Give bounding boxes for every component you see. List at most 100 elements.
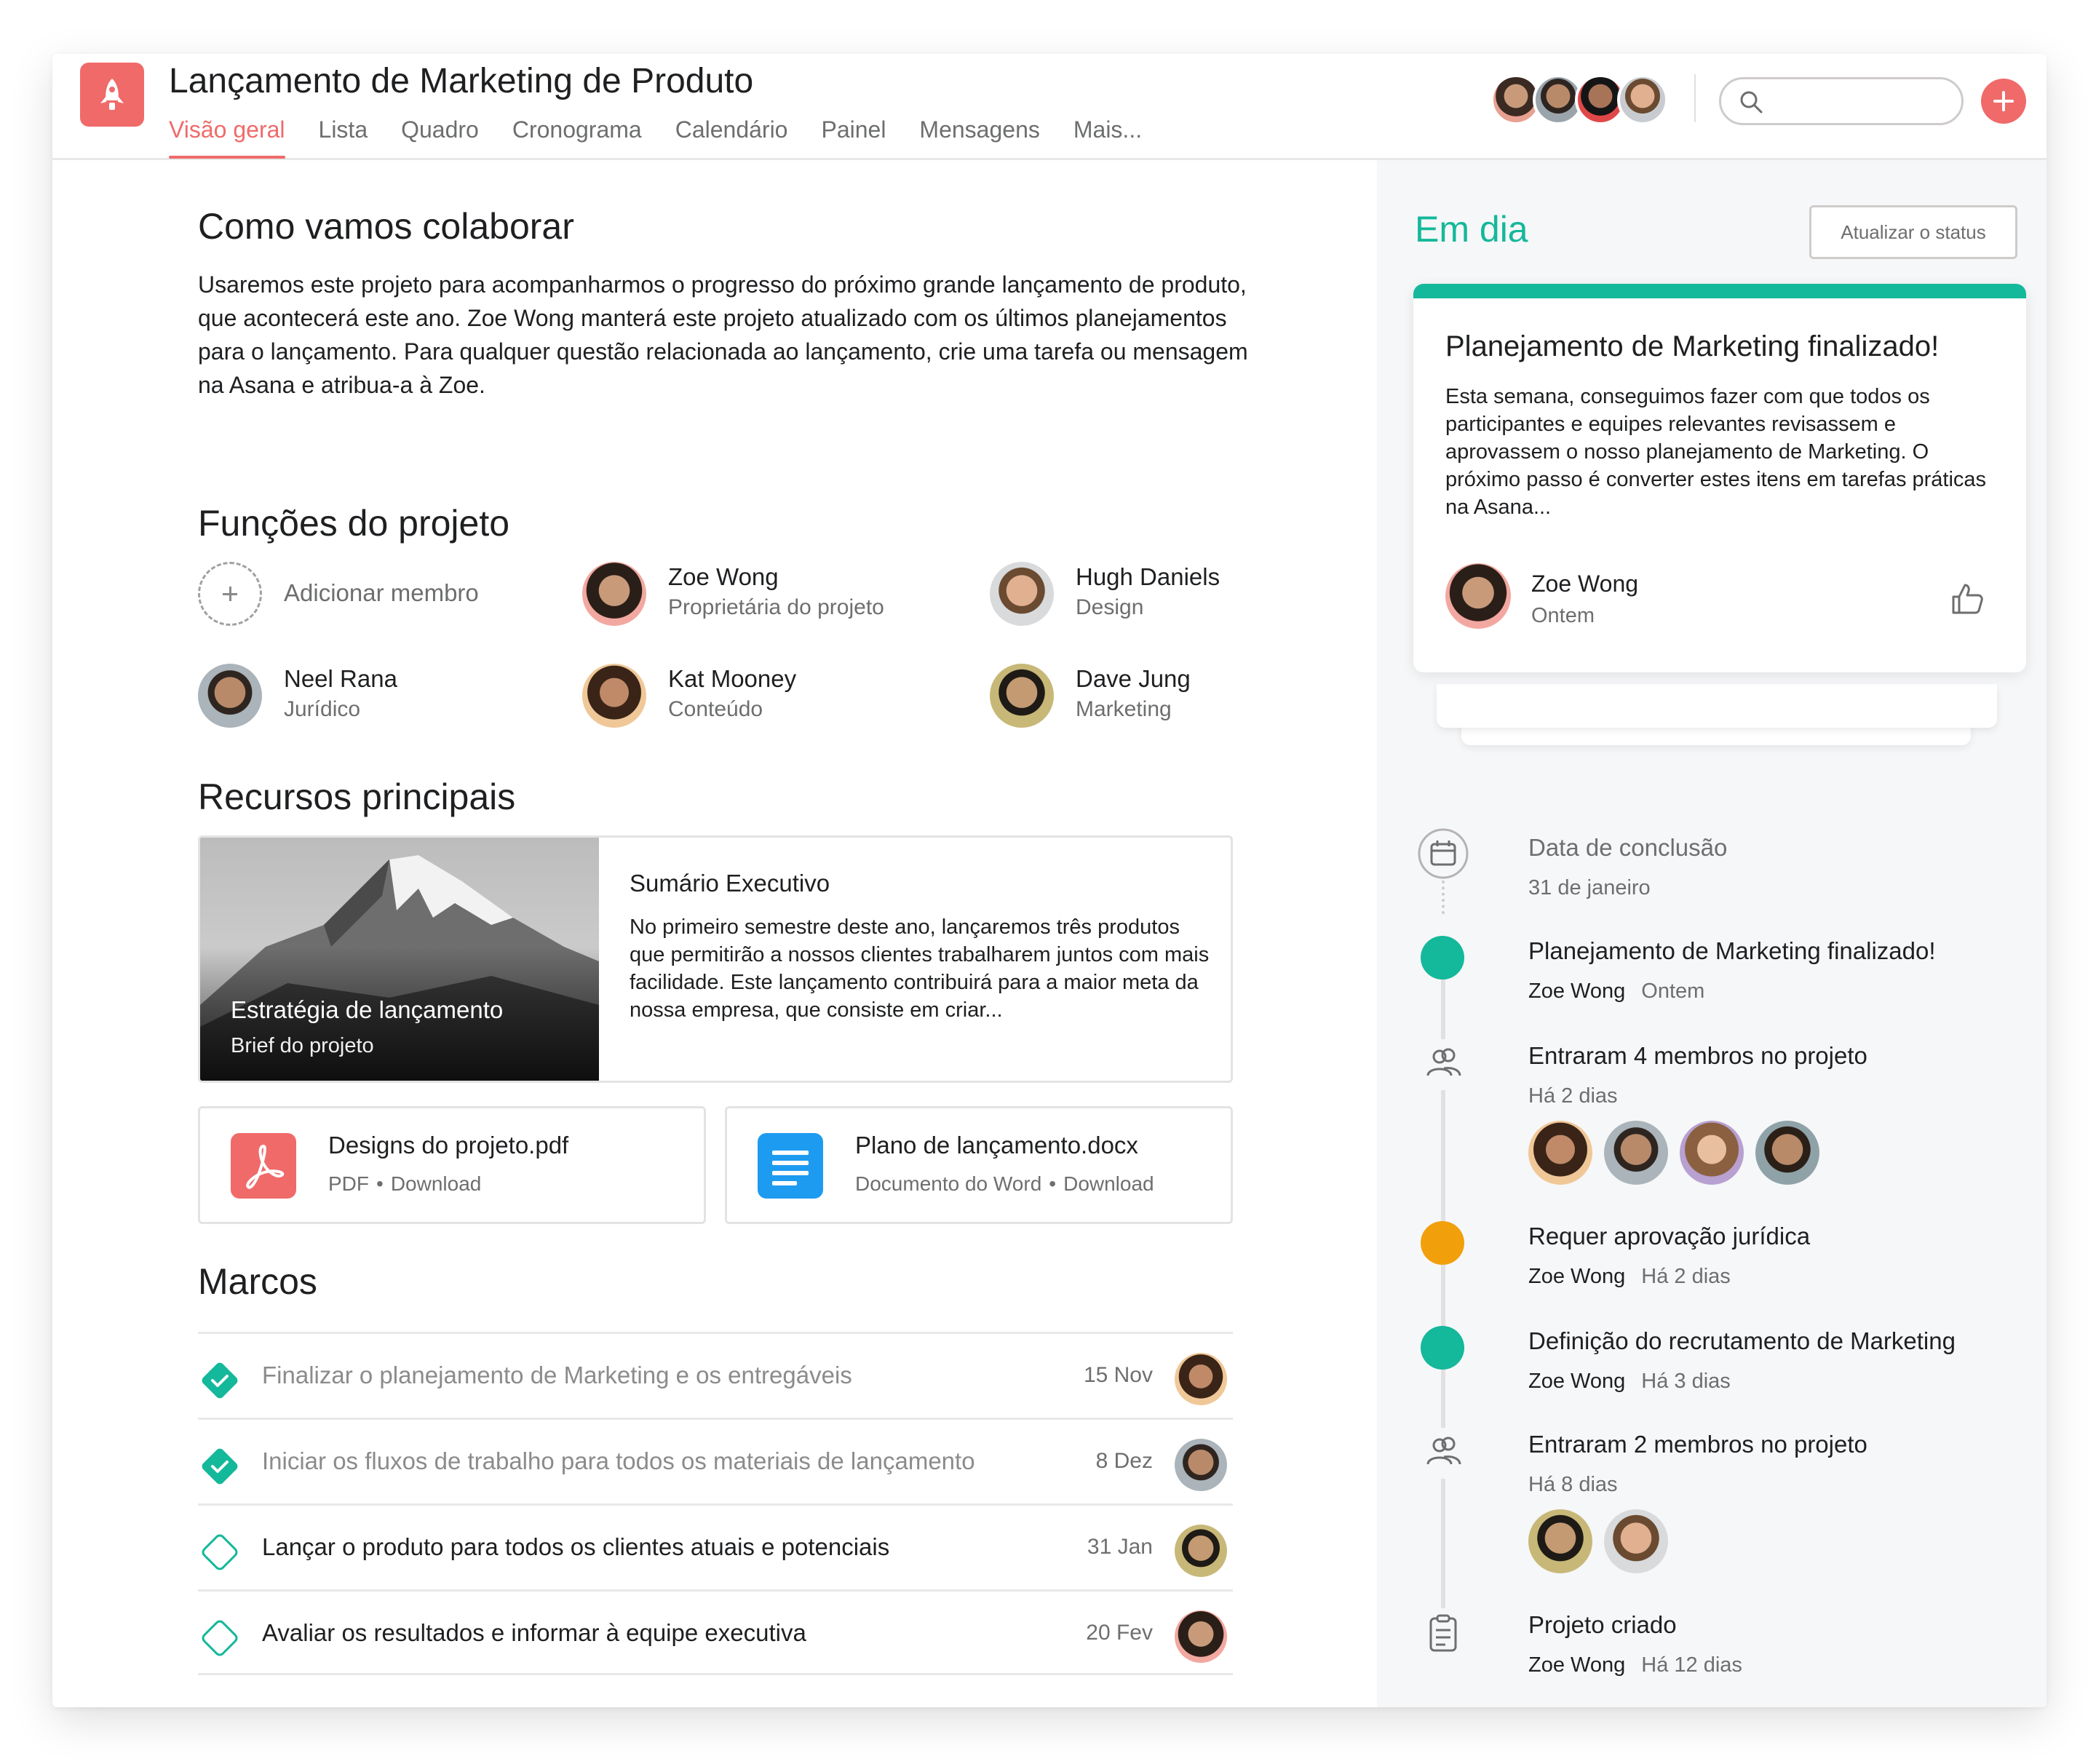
milestone-complete-icon[interactable] — [198, 1445, 242, 1488]
collaborate-heading: Como vamos colaborar — [198, 206, 574, 247]
milestone-date[interactable]: 15 Nov — [1084, 1363, 1153, 1388]
timeline-title[interactable]: Entraram 4 membros no projeto — [1528, 1042, 1867, 1070]
pdf-icon — [231, 1133, 296, 1199]
tab-painel[interactable]: Painel — [821, 116, 886, 159]
timeline-title[interactable]: Definição do recrutamento de Marketing — [1528, 1327, 1956, 1355]
status-author[interactable]: Zoe Wong — [1531, 571, 1638, 597]
status-update-card[interactable]: Planejamento de Marketing finalizado! Es… — [1413, 284, 2026, 672]
member-role: Jurídico — [284, 697, 361, 721]
rocket-icon[interactable] — [80, 63, 144, 127]
file-designs-pdf[interactable]: Designs do projeto.pdf PDF • Download — [198, 1106, 706, 1224]
search-icon — [1740, 91, 1763, 114]
project-members-avatars[interactable] — [1490, 74, 1668, 125]
role-kat-mooney[interactable]: Kat Mooney Conteúdo — [582, 664, 975, 736]
table-row[interactable]: Lançar o produto para todos os clientes … — [198, 1503, 1233, 1589]
role-neel-rana[interactable]: Neel Rana Jurídico — [198, 664, 591, 736]
status-dot-on-track[interactable] — [1421, 936, 1464, 980]
avatar[interactable] — [1445, 563, 1511, 629]
table-row[interactable]: Iniciar os fluxos de trabalho para todos… — [198, 1418, 1233, 1503]
timeline-author[interactable]: Zoe Wong — [1528, 1265, 1625, 1288]
tab-lista[interactable]: Lista — [319, 116, 368, 159]
tab-cronograma[interactable]: Cronograma — [512, 116, 642, 159]
calendar-icon — [1418, 828, 1469, 879]
member-name: Kat Mooney — [668, 665, 797, 692]
collaborate-description[interactable]: Usaremos este projeto para acompanharmos… — [198, 268, 1275, 402]
project-tabs: Visão geral Lista Quadro Cronograma Cale… — [169, 116, 1175, 160]
file-plano-docx[interactable]: Plano de lançamento.docx Documento do Wo… — [725, 1106, 1233, 1224]
role-dave-jung[interactable]: Dave Jung Marketing — [990, 664, 1383, 736]
avatar[interactable] — [1528, 1509, 1592, 1573]
milestones-heading: Marcos — [198, 1261, 317, 1302]
avatar[interactable] — [1617, 74, 1668, 125]
timeline-title[interactable]: Requer aprovação jurídica — [1528, 1223, 1810, 1250]
avatar — [582, 562, 646, 626]
avatar[interactable] — [1175, 1610, 1227, 1663]
milestone-title[interactable]: Avaliar os resultados e informar à equip… — [262, 1619, 1041, 1647]
member-name: Neel Rana — [284, 665, 397, 692]
project-title: Lançamento de Marketing de Produto — [169, 62, 754, 100]
tab-calendario[interactable]: Calendário — [675, 116, 788, 159]
role-zoe-wong[interactable]: Zoe Wong Proprietária do projeto — [582, 562, 975, 635]
avatar[interactable] — [1604, 1509, 1668, 1573]
milestone-complete-icon[interactable] — [198, 1359, 242, 1402]
project-brief-card[interactable]: Estratégia de lançamento Brief do projet… — [198, 835, 1233, 1083]
update-status-button[interactable]: Atualizar o status — [1809, 205, 2017, 259]
milestone-incomplete-icon[interactable] — [198, 1616, 242, 1660]
timeline-time: Há 3 dias — [1641, 1370, 1731, 1393]
tab-mais[interactable]: Mais... — [1073, 116, 1142, 159]
milestone-date[interactable]: 8 Dez — [1096, 1449, 1153, 1474]
timeline-author[interactable]: Zoe Wong — [1528, 980, 1625, 1003]
status-dot-on-track[interactable] — [1421, 1326, 1464, 1370]
mountain-image: Estratégia de lançamento Brief do projet… — [200, 838, 599, 1081]
timeline-title[interactable]: Entraram 2 membros no projeto — [1528, 1431, 1867, 1458]
overview-main: Como vamos colaborar Usaremos este proje… — [52, 160, 1377, 1707]
avatar[interactable] — [1680, 1121, 1744, 1185]
timeline-author[interactable]: Zoe Wong — [1528, 1370, 1625, 1393]
joined-members-avatars[interactable] — [1528, 1509, 1680, 1573]
table-row[interactable]: Finalizar o planejamento de Marketing e … — [198, 1332, 1233, 1418]
member-name: Dave Jung — [1076, 665, 1191, 692]
role-hugh-daniels[interactable]: Hugh Daniels Design — [990, 562, 1383, 635]
member-role: Conteúdo — [668, 697, 763, 721]
avatar[interactable] — [1528, 1121, 1592, 1185]
avatar[interactable] — [1604, 1121, 1668, 1185]
avatar[interactable] — [1755, 1121, 1819, 1185]
tab-quadro[interactable]: Quadro — [401, 116, 479, 159]
thumbs-up-icon[interactable] — [1950, 582, 1984, 616]
avatar[interactable] — [1175, 1525, 1227, 1577]
status-card-text: Esta semana, conseguimos fazer com que t… — [1445, 385, 1987, 519]
member-name: Hugh Daniels — [1076, 563, 1220, 590]
milestone-incomplete-icon[interactable] — [198, 1530, 242, 1574]
timeline-author[interactable]: Zoe Wong — [1528, 1653, 1625, 1677]
timeline-title[interactable]: Planejamento de Marketing finalizado! — [1528, 937, 1936, 965]
project-header: Lançamento de Marketing de Produto Visão… — [52, 54, 2047, 160]
add-member-button[interactable]: Adicionar membro — [198, 562, 635, 627]
search-box[interactable] — [1719, 77, 1964, 125]
timeline-title[interactable]: Projeto criado — [1528, 1611, 1677, 1639]
quick-add-button[interactable] — [1981, 79, 2026, 124]
timeline-time: Ontem — [1641, 980, 1705, 1003]
download-link[interactable]: Download — [391, 1172, 482, 1195]
avatar[interactable] — [1175, 1439, 1227, 1491]
status-card-stack — [1437, 684, 1997, 728]
timeline-time: Há 2 dias — [1641, 1265, 1731, 1288]
search-input[interactable] — [1772, 85, 1947, 117]
download-link[interactable]: Download — [1063, 1172, 1154, 1195]
milestone-date[interactable]: 20 Fev — [1086, 1621, 1153, 1645]
tab-visao-geral[interactable]: Visão geral — [169, 116, 285, 159]
avatar[interactable] — [1175, 1353, 1227, 1405]
status-panel: Em dia Atualizar o status Planejamento d… — [1377, 160, 2047, 1707]
status-color-bar — [1413, 284, 2026, 298]
add-member-label: Adicionar membro — [284, 579, 479, 606]
timeline-time: Há 2 dias — [1528, 1084, 1618, 1108]
file-type: Documento do Word — [855, 1172, 1042, 1195]
table-row[interactable]: Avaliar os resultados e informar à equip… — [198, 1589, 1233, 1675]
milestone-title[interactable]: Finalizar o planejamento de Marketing e … — [262, 1362, 1041, 1389]
avatar — [990, 562, 1054, 626]
status-dot-at-risk[interactable] — [1421, 1221, 1464, 1265]
tab-mensagens[interactable]: Mensagens — [919, 116, 1039, 159]
milestone-title[interactable]: Iniciar os fluxos de trabalho para todos… — [262, 1447, 1041, 1475]
milestone-title[interactable]: Lançar o produto para todos os clientes … — [262, 1533, 1041, 1561]
milestone-date[interactable]: 31 Jan — [1087, 1535, 1153, 1560]
joined-members-avatars[interactable] — [1528, 1121, 1831, 1185]
